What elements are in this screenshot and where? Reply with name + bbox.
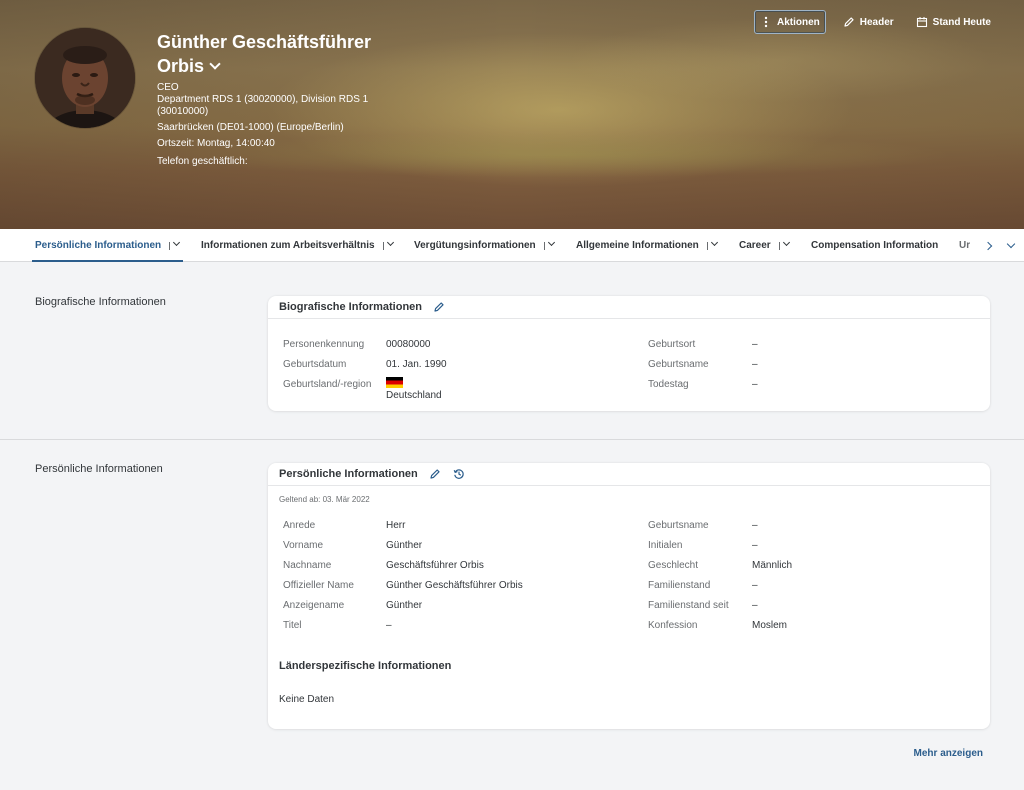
field-label: Initialen xyxy=(648,540,683,551)
tab-compensation-information[interactable]: Compensation Information xyxy=(811,229,938,262)
employee-name-switcher[interactable]: Orbis xyxy=(157,54,397,78)
field-label: Konfession xyxy=(648,620,698,631)
card-header: Persönliche Informationen xyxy=(268,463,990,486)
edit-button[interactable] xyxy=(432,300,446,314)
department: Department RDS 1 (30020000), Division RD… xyxy=(157,94,369,117)
employee-name: Günther Geschäftsführer xyxy=(157,32,372,52)
field-label: Geburtsname xyxy=(648,359,709,370)
field-label: Familienstand xyxy=(648,580,711,591)
chevron-down-icon[interactable] xyxy=(547,238,555,247)
email-link[interactable] xyxy=(157,168,397,180)
field-label: Anzeigename xyxy=(283,600,345,611)
calendar-icon xyxy=(916,17,927,28)
chevron-down-icon[interactable] xyxy=(782,238,790,247)
chevron-down-icon[interactable] xyxy=(386,238,394,247)
chevron-down-icon[interactable] xyxy=(173,238,181,247)
field-value: – xyxy=(752,540,758,551)
field-label: Familienstand seit xyxy=(648,600,729,611)
location: Saarbrücken (DE01-1000) (Europe/Berlin) xyxy=(157,122,344,133)
section-tab-bar: Persönliche Informationen Informationen … xyxy=(0,229,1024,262)
tabs-overflow-menu-button[interactable] xyxy=(1001,229,1021,262)
card-biografische-informationen: Biografische Informationen Personenkennu… xyxy=(268,296,990,411)
actions-button[interactable]: Aktionen xyxy=(753,10,826,34)
header-actions: Aktionen Header Stand Heute xyxy=(753,10,996,34)
field-value: Männlich xyxy=(752,560,793,571)
section-label-biografische-informationen: Biografische Informationen xyxy=(35,296,166,308)
more-vertical-icon xyxy=(764,16,768,28)
field-label: Geburtsort xyxy=(648,339,696,350)
local-time: Ortszeit: Montag, 14:00:40 xyxy=(157,138,275,149)
field-label: Titel xyxy=(283,620,302,631)
field-value: 01. Jan. 1990 xyxy=(386,359,447,370)
tabs-scroll-right-button[interactable] xyxy=(978,229,998,262)
field-value: Geschäftsführer Orbis xyxy=(386,560,484,571)
field-value: Günther Geschäftsführer Orbis xyxy=(386,580,523,591)
field-value: Günther xyxy=(386,600,423,611)
field-value: Herr xyxy=(386,520,406,531)
field-label: Vorname xyxy=(283,540,324,551)
field-label: Personenkennung xyxy=(283,339,365,350)
field-value-country: Deutschland xyxy=(386,377,442,402)
field-value: – xyxy=(752,359,758,370)
section-divider xyxy=(0,439,1024,440)
field-value: – xyxy=(752,600,758,611)
field-value: 00080000 xyxy=(386,339,431,350)
tab-persoenliche-informationen[interactable]: Persönliche Informationen xyxy=(31,229,184,262)
field-value: – xyxy=(752,520,758,531)
card-title: Persönliche Informationen xyxy=(279,468,418,480)
history-icon xyxy=(453,469,464,479)
history-button[interactable] xyxy=(452,467,466,481)
field-value: – xyxy=(752,379,758,390)
field-label: Geburtsland/-region xyxy=(283,379,372,390)
card-title: Biografische Informationen xyxy=(279,301,423,313)
field-label: Geburtsdatum xyxy=(283,359,347,370)
tab-career[interactable]: Career xyxy=(739,229,790,262)
field-value: Günther xyxy=(386,540,423,551)
field-label: Todestag xyxy=(648,379,689,390)
profile-header: Günther Geschäftsführer Orbis CEO Depart… xyxy=(0,0,1024,229)
section-label-persoenliche-informationen: Persönliche Informationen xyxy=(35,463,163,475)
card-header: Biografische Informationen xyxy=(268,296,990,319)
pencil-icon xyxy=(844,17,854,27)
field-label: Nachname xyxy=(283,560,332,571)
edit-button[interactable] xyxy=(428,467,442,481)
country-specific-title: Länderspezifische Informationen xyxy=(279,660,452,672)
phone-row: Telefon geschäftlich: xyxy=(157,156,397,168)
tab-verguetungsinformationen[interactable]: Vergütungsinformationen xyxy=(414,229,555,262)
no-data-text: Keine Daten xyxy=(279,694,335,705)
field-value: – xyxy=(752,339,758,350)
pencil-icon xyxy=(434,302,444,312)
tab-arbeitsverhaeltnis[interactable]: Informationen zum Arbeitsverhältnis xyxy=(201,229,394,262)
chevron-down-icon[interactable] xyxy=(209,58,221,70)
show-more-link[interactable]: Mehr anzeigen xyxy=(914,748,983,759)
header-info: Günther Geschäftsführer Orbis CEO Depart… xyxy=(157,30,397,180)
field-label: Geburtsname xyxy=(648,520,709,531)
field-value: – xyxy=(752,580,758,591)
phone-label: Telefon geschäftlich: xyxy=(157,156,248,167)
valid-from-date: Geltend ab: 03. Mär 2022 xyxy=(279,495,370,504)
tab-allgemeine-informationen[interactable]: Allgemeine Informationen xyxy=(576,229,718,262)
avatar[interactable] xyxy=(35,28,135,128)
field-value: Moslem xyxy=(752,620,788,631)
pencil-icon xyxy=(430,469,440,479)
tab-overflow-partial[interactable]: Ur xyxy=(959,229,973,262)
chevron-right-icon xyxy=(983,241,993,250)
chevron-down-icon[interactable] xyxy=(710,238,718,247)
field-value: – xyxy=(386,620,392,631)
field-label: Offizieller Name xyxy=(283,580,354,591)
date-selector-button[interactable]: Stand Heute xyxy=(911,10,996,34)
job-title: CEO xyxy=(157,82,179,93)
card-persoenliche-informationen: Persönliche Informationen Geltend ab: 03… xyxy=(268,463,990,729)
header-button[interactable]: Header xyxy=(838,10,899,34)
field-label: Geschlecht xyxy=(648,560,699,571)
field-label: Anrede xyxy=(283,520,316,531)
germany-flag-icon xyxy=(386,377,403,388)
chevron-down-icon xyxy=(1006,239,1016,248)
